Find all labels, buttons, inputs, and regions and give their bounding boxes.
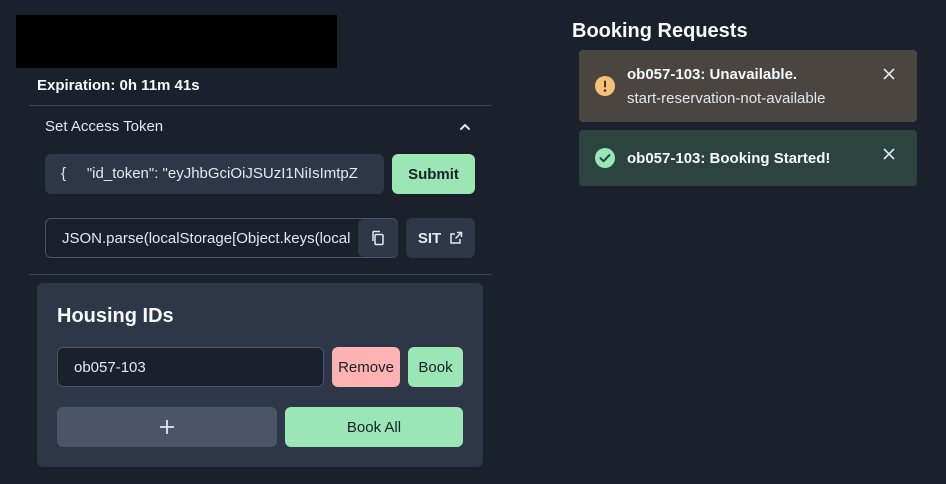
close-icon[interactable] (883, 148, 895, 160)
external-link-icon (450, 231, 463, 244)
expiration-text: Expiration: 0h 11m 41s (37, 77, 200, 94)
booking-requests-title: Booking Requests (572, 20, 748, 42)
housing-ids-title: Housing IDs (57, 305, 174, 327)
divider-bottom (29, 274, 492, 275)
toast-success: ob057-103: Booking Started! (579, 130, 917, 186)
housing-ids-card: Housing IDs ob057-103 Remove Book Book A… (37, 283, 483, 467)
copy-button[interactable] (358, 219, 398, 257)
book-all-button[interactable]: Book All (285, 407, 463, 447)
check-circle-icon (595, 148, 615, 168)
add-housing-id-button[interactable] (57, 407, 277, 447)
submit-button[interactable]: Submit (392, 154, 475, 194)
access-token-section-title: Set Access Token (45, 118, 164, 135)
access-token-accordion-header[interactable]: Set Access Token (29, 106, 492, 148)
toast-title: ob057-103: Booking Started! (627, 150, 831, 167)
access-token-input[interactable]: { "id_token": "eyJhbGciOiJSUzI1NiIsImtpZ (45, 154, 384, 194)
redacted-block (16, 15, 337, 68)
chevron-up-icon (460, 124, 470, 130)
toast-warning: ob057-103: Unavailable. start-reservatio… (579, 50, 917, 122)
sit-label: SIT (417, 229, 442, 247)
toast-title: ob057-103: Unavailable. (627, 66, 798, 83)
sit-link-button[interactable]: SIT (406, 218, 475, 258)
warning-icon (595, 76, 615, 96)
js-snippet-input[interactable]: JSON.parse(localStorage[Object.keys(loca… (45, 218, 398, 258)
remove-button[interactable]: Remove (332, 347, 400, 387)
toast-description: start-reservation-not-available (627, 90, 826, 107)
close-icon[interactable] (883, 68, 895, 80)
plus-icon (160, 420, 174, 434)
book-button[interactable]: Book (408, 347, 463, 387)
housing-id-input[interactable]: ob057-103 (57, 347, 324, 387)
copy-icon (372, 230, 384, 246)
